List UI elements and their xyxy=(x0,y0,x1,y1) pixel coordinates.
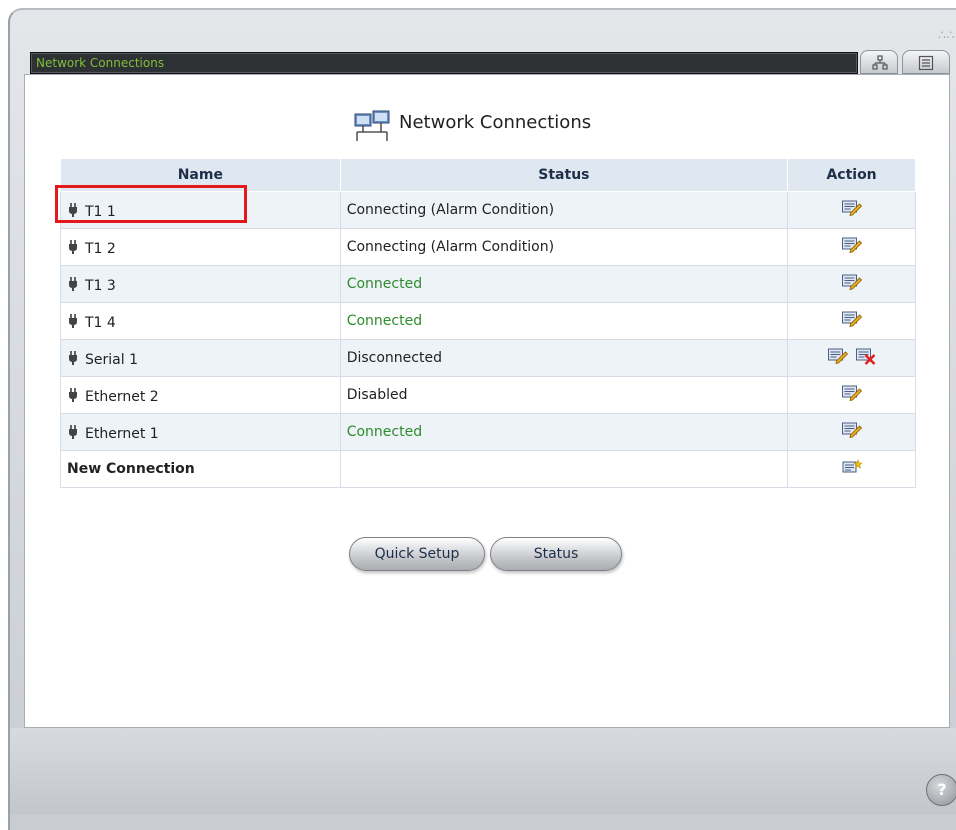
connection-name-cell[interactable]: T1 3 xyxy=(60,265,341,303)
edit-icon[interactable] xyxy=(841,310,863,328)
connection-status: Connected xyxy=(339,265,789,303)
connection-action-cell xyxy=(787,302,916,340)
connection-name-cell[interactable]: Ethernet 2 xyxy=(60,376,341,414)
plug-icon xyxy=(69,313,77,328)
table-row: T1 4 Connected xyxy=(60,302,916,340)
connection-action-cell xyxy=(787,413,916,451)
column-header-status: Status xyxy=(339,158,789,192)
connection-name-link[interactable]: Ethernet 1 xyxy=(85,426,159,442)
connection-status: Connected xyxy=(339,302,789,340)
plug-icon xyxy=(69,424,77,439)
edit-icon[interactable] xyxy=(827,347,849,365)
edit-icon[interactable] xyxy=(841,384,863,402)
connection-status: Connecting (Alarm Condition) xyxy=(339,191,789,229)
connection-name-link[interactable]: Ethernet 2 xyxy=(85,389,159,405)
connection-name-link[interactable]: T1 2 xyxy=(85,241,116,257)
connection-action-cell xyxy=(787,376,916,414)
connection-name-link[interactable]: T1 3 xyxy=(85,278,116,294)
connection-action-cell xyxy=(787,228,916,266)
connection-status: Disabled xyxy=(339,376,789,414)
table-row: Ethernet 2 Disabled xyxy=(60,376,916,414)
plug-icon xyxy=(69,276,77,291)
table-row: T1 2 Connecting (Alarm Condition) xyxy=(60,228,916,266)
edit-icon[interactable] xyxy=(841,199,863,217)
help-button[interactable]: ? xyxy=(926,774,956,806)
connection-status: Connected xyxy=(339,413,789,451)
window-title-bar: Network Connections xyxy=(30,52,858,74)
network-tree-icon xyxy=(872,55,888,70)
window-title: Network Connections xyxy=(36,56,165,70)
quick-setup-button[interactable]: Quick Setup xyxy=(349,537,485,571)
connection-action-cell xyxy=(787,265,916,303)
list-view-button[interactable] xyxy=(902,50,950,74)
page-title: Network Connections xyxy=(399,112,592,133)
edit-icon[interactable] xyxy=(841,421,863,439)
network-map-view-button[interactable] xyxy=(860,50,898,74)
status-button[interactable]: Status xyxy=(490,537,622,571)
window-bottom-bar xyxy=(10,728,956,814)
table-row: T1 3 Connected xyxy=(60,265,916,303)
plug-icon xyxy=(69,350,77,365)
connection-name-link[interactable]: T1 4 xyxy=(85,315,116,331)
new-icon[interactable] xyxy=(842,459,863,475)
new-connection-action-cell xyxy=(787,450,916,488)
window-grip[interactable]: ∴∴∴ xyxy=(938,28,956,42)
edit-icon[interactable] xyxy=(841,273,863,291)
delete-icon[interactable] xyxy=(855,347,877,365)
column-header-action: Action xyxy=(787,158,916,192)
network-computers-icon xyxy=(354,110,390,141)
plug-icon xyxy=(69,387,77,402)
connection-status: Disconnected xyxy=(339,339,789,377)
new-connection-link[interactable]: New Connection xyxy=(60,450,341,488)
selection-highlight xyxy=(55,185,247,223)
connection-name-cell[interactable]: T1 4 xyxy=(60,302,341,340)
connection-action-cell xyxy=(787,191,916,229)
plug-icon xyxy=(69,239,77,254)
table-row: Serial 1 Disconnected xyxy=(60,339,916,377)
table-cell-empty xyxy=(339,450,789,488)
connection-name-cell[interactable]: Serial 1 xyxy=(60,339,341,377)
connection-name-cell[interactable]: T1 2 xyxy=(60,228,341,266)
connection-action-cell xyxy=(787,339,916,377)
edit-icon[interactable] xyxy=(841,236,863,254)
new-connection-row: New Connection xyxy=(60,450,916,488)
connection-status: Connecting (Alarm Condition) xyxy=(339,228,789,266)
connection-name-cell[interactable]: Ethernet 1 xyxy=(60,413,341,451)
table-row: Ethernet 1 Connected xyxy=(60,413,916,451)
list-icon xyxy=(918,55,934,71)
connection-name-link[interactable]: Serial 1 xyxy=(85,352,138,368)
